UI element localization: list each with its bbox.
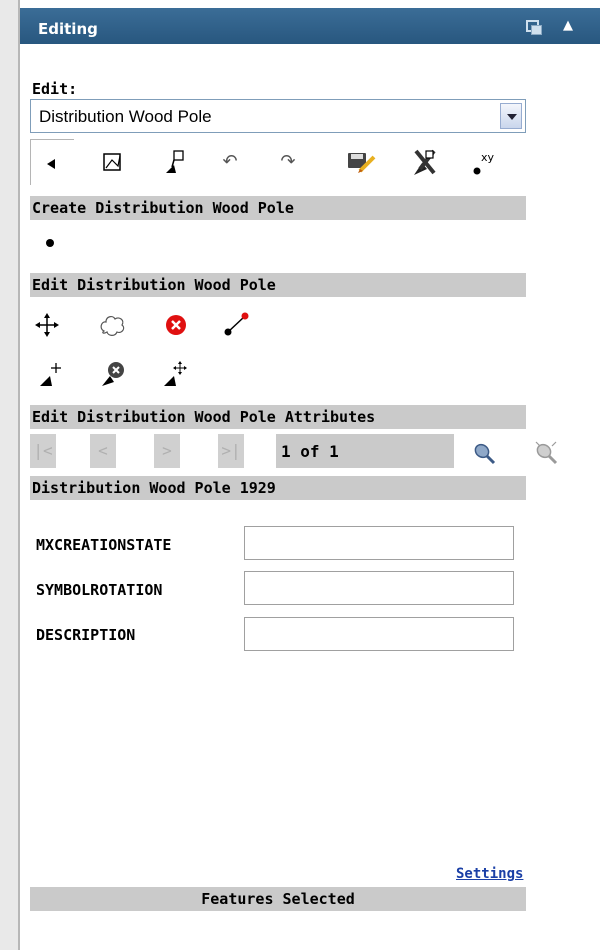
select-arrow-icon[interactable] — [30, 139, 74, 185]
outer-frame-divider — [18, 0, 20, 950]
edit-section-header: Edit Distribution Wood Pole — [30, 273, 526, 297]
feature-title: Distribution Wood Pole 1929 — [32, 479, 276, 497]
zoom-to-feature-icon[interactable] — [470, 438, 498, 470]
panel-title: Editing — [38, 20, 98, 38]
attributes-section-header: Edit Distribution Wood Pole Attributes — [30, 405, 526, 429]
delete-icon[interactable] — [164, 312, 190, 342]
create-section-header: Create Distribution Wood Pole — [30, 196, 526, 220]
features-selected-title: Features Selected — [201, 890, 355, 908]
record-counter: 1 of 1 — [276, 434, 454, 468]
edit-label: Edit: — [32, 80, 78, 98]
field-label-description: DESCRIPTION — [36, 626, 136, 644]
reshape-icon[interactable] — [98, 311, 126, 343]
move-vertex-icon[interactable] — [160, 360, 190, 394]
clear-selection-icon[interactable] — [402, 139, 446, 185]
attributes-section-title: Edit Distribution Wood Pole Attributes — [32, 408, 376, 426]
mxcreationstate-field[interactable] — [244, 526, 514, 560]
undo-icon[interactable]: ↶ — [208, 139, 252, 185]
xy-point-icon[interactable]: xy — [468, 139, 512, 185]
panel-titlebar[interactable]: Editing ▲ × — [20, 8, 600, 44]
delete-vertex-icon[interactable] — [98, 358, 128, 392]
select-by-box-icon[interactable] — [92, 139, 136, 185]
chevron-down-icon[interactable] — [500, 103, 522, 129]
point-icon[interactable] — [40, 233, 60, 257]
nav-first-button[interactable]: |< — [30, 434, 56, 468]
save-edits-icon[interactable] — [340, 139, 384, 185]
create-section-title: Create Distribution Wood Pole — [32, 199, 294, 217]
unlink-feature-icon[interactable] — [532, 438, 560, 470]
svg-text:xy: xy — [481, 151, 495, 164]
outer-frame-edge — [0, 0, 18, 950]
nav-last-button[interactable]: >| — [218, 434, 244, 468]
symbolrotation-field[interactable] — [244, 571, 514, 605]
settings-link[interactable]: Settings — [456, 866, 523, 882]
add-vertex-icon[interactable] — [36, 360, 66, 394]
features-selected-header: Features Selected — [30, 887, 526, 911]
edit-section-title: Edit Distribution Wood Pole — [32, 276, 276, 294]
layer-select[interactable]: Distribution Wood Pole — [30, 99, 526, 133]
move-icon[interactable] — [34, 312, 60, 342]
nav-next-button[interactable]: > — [154, 434, 180, 468]
collapse-icon[interactable]: ▲ — [558, 16, 578, 36]
record-counter-text: 1 of 1 — [281, 442, 339, 461]
layer-select-value: Distribution Wood Pole — [39, 107, 212, 126]
add-line-icon[interactable] — [222, 310, 250, 342]
description-field[interactable] — [244, 617, 514, 651]
field-label-symbolrotation: SYMBOLROTATION — [36, 581, 163, 599]
select-vertex-icon[interactable] — [154, 139, 198, 185]
nav-prev-button[interactable]: < — [90, 434, 116, 468]
redo-icon[interactable]: ↷ — [266, 139, 310, 185]
edit-toolbar: ↶ ↷ xy — [30, 139, 526, 185]
restore-icon[interactable] — [523, 16, 543, 36]
feature-header: Distribution Wood Pole 1929 — [30, 476, 526, 500]
field-label-mxcreationstate: MXCREATIONSTATE — [36, 536, 172, 554]
